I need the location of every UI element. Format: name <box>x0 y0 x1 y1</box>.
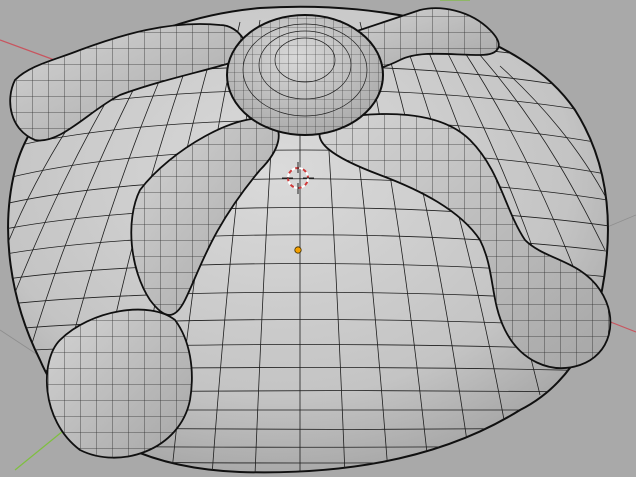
3d-viewport[interactable] <box>0 0 636 477</box>
mesh-object[interactable] <box>0 5 636 475</box>
x-axis-line-left <box>0 39 61 63</box>
viewport-canvas[interactable] <box>0 0 636 477</box>
object-origin-dot[interactable] <box>294 246 302 254</box>
